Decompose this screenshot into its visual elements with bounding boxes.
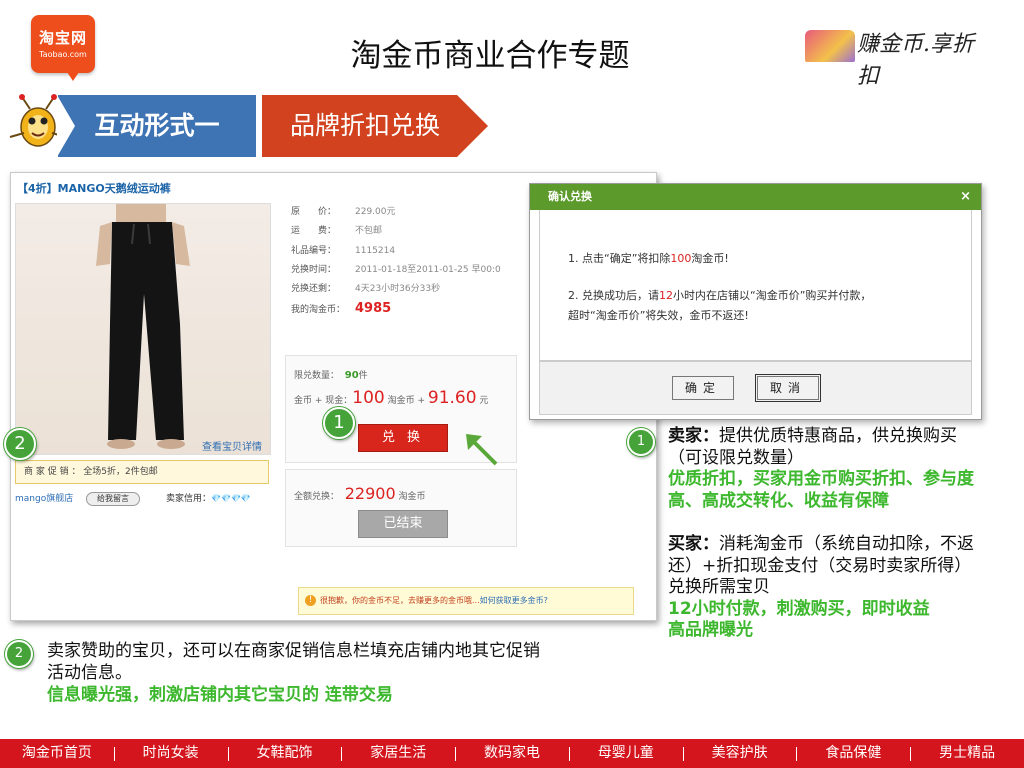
info-row-price: 原 价： 229.00元 bbox=[291, 207, 396, 217]
promo-explanation: 卖家赞助的宝贝，还可以在商家促销信息栏填充店铺内地其它促销活动信息。 信息曝光强… bbox=[47, 640, 547, 706]
diamond-icons: 💎💎💎💎 bbox=[211, 494, 251, 503]
info-row-period: 兑换时间： 2011-01-18至2011-01-25 早00:0 bbox=[291, 264, 501, 275]
mix-label: 金币 + 现金： bbox=[294, 396, 353, 406]
warning-text: 很抱歉，你的金币不足，去赚更多的金币哦... bbox=[320, 596, 480, 605]
pointer-arrow-icon bbox=[466, 434, 498, 466]
full-label: 全额兑换： bbox=[294, 492, 340, 502]
info-row-shipping: 运 费： 不包邮 bbox=[291, 226, 383, 237]
pants-image bbox=[96, 204, 190, 449]
nav-item-home[interactable]: 淘金币首页 bbox=[0, 739, 114, 768]
limit-value: 90 bbox=[344, 370, 359, 381]
credit-label: 卖家信用： bbox=[166, 494, 212, 504]
dialog-body: 1. 点击“确定”将扣除100淘金币! 2. 兑换成功后，请12小时内在店铺以“… bbox=[539, 210, 972, 361]
seller-buyer-explanation: 卖家：提供优质特惠商品，供兑换购买（可设限兑数量） 优质折扣，买家用金币购买折扣… bbox=[668, 426, 990, 642]
slogan-text: 赚金币.享折扣 bbox=[857, 32, 974, 89]
nav-item-electronics[interactable]: 数码家电 bbox=[455, 739, 569, 768]
full-coins: 22900 bbox=[344, 484, 396, 503]
confirm-button[interactable]: 确定 bbox=[672, 376, 734, 400]
taobao-logo[interactable]: 淘宝网 Taobao.com bbox=[31, 15, 95, 81]
ribbon-brand-exchange: 品牌折扣兑换 bbox=[262, 95, 488, 157]
product-photo[interactable]: 查看宝贝详情 bbox=[15, 203, 271, 455]
info-row-gift-id: 礼品编号： 1115214 bbox=[291, 245, 396, 256]
dialog-line-3: 超时“淘金币价”将失效，金币不返还! bbox=[568, 309, 749, 322]
info-row-remaining: 兑换还剩： 4天23小时36分33秒 bbox=[291, 284, 441, 295]
full-exchange-box: 全额兑换： 22900 淘金币 已结束 bbox=[285, 469, 517, 547]
mix-cash: 91.60 bbox=[427, 388, 477, 408]
seller-promo-bar: 商 家 促 销 ： 全场5折，2件包邮 bbox=[15, 460, 269, 484]
my-coins-value: 4985 bbox=[355, 301, 392, 317]
insufficient-coins-warning: ! 很抱歉，你的金币不足，去赚更多的金币哦...如何获取更多金币? bbox=[298, 587, 634, 615]
nav-item-beauty[interactable]: 美容护肤 bbox=[682, 739, 797, 768]
product-info-list: 原 价： 229.00元 运 费： 不包邮 礼品编号： 1115214 兑换时间： 20… bbox=[291, 203, 501, 321]
shop-link[interactable]: mango旗舰店 bbox=[15, 491, 73, 504]
category-nav-bar: 淘金币首页 时尚女装 女鞋配饰 家居生活 数码家电 母婴儿童 美容护肤 食品保健… bbox=[0, 739, 1024, 768]
info-row-my-coins: 我的淘金币： 4985 bbox=[291, 301, 392, 317]
seller-description: 卖家：提供优质特惠商品，供兑换购买（可设限兑数量） bbox=[668, 426, 957, 468]
logo-subtext: Taobao.com bbox=[39, 50, 87, 59]
seller-highlight: 优质折扣，买家用金币购买折扣、参与度高、高成交转化、收益有保障 bbox=[668, 469, 974, 511]
promo-note-highlight: 信息曝光强，刺激店铺内其它宝贝的 连带交易 bbox=[47, 685, 393, 705]
dialog-line-2: 2. 兑换成功后，请12小时内在店铺以“淘金币价”购买并付款， bbox=[568, 289, 872, 302]
dialog-footer: 确定 取消 bbox=[539, 361, 972, 415]
page-title: 淘金币商业合作专题 bbox=[350, 38, 630, 74]
nav-item-food-health[interactable]: 食品保健 bbox=[796, 739, 910, 768]
nav-item-shoes-accessories[interactable]: 女鞋配饰 bbox=[227, 739, 342, 768]
confirm-exchange-dialog: 确认兑换 × 1. 点击“确定”将扣除100淘金币! 2. 兑换成功后，请12小… bbox=[529, 183, 982, 420]
product-title[interactable]: 【4折】MANGO天鹅绒运动裤 bbox=[17, 180, 171, 196]
view-detail-link[interactable]: 查看宝贝详情 bbox=[202, 438, 262, 453]
ribbon-interaction-type: 互动形式一 bbox=[57, 95, 256, 157]
ended-button: 已结束 bbox=[358, 510, 448, 538]
nav-item-mother-baby[interactable]: 母婴儿童 bbox=[568, 739, 683, 768]
step-badge-2-note: 2 bbox=[5, 640, 33, 668]
dialog-title: 确认兑换 bbox=[530, 184, 981, 210]
nav-item-men[interactable]: 男士精品 bbox=[910, 739, 1024, 768]
step-badge-1-exchange: 1 bbox=[323, 407, 355, 439]
close-icon[interactable]: × bbox=[960, 184, 971, 210]
mix-coins: 100 bbox=[352, 388, 385, 408]
logo-text: 淘宝网 bbox=[38, 29, 87, 47]
step-badge-1-seller: 1 bbox=[627, 428, 655, 456]
buyer-description: 买家：消耗淘金币（系统自动扣除，不返还）+折扣现金支付（交易时卖家所得） 兑换所… bbox=[668, 534, 974, 597]
warning-icon: ! bbox=[305, 595, 316, 606]
earn-coins-link[interactable]: 如何获取更多金币? bbox=[480, 596, 548, 605]
exchange-button[interactable]: 兑 换 bbox=[358, 424, 448, 452]
step-badge-2-promo: 2 bbox=[4, 428, 36, 460]
buyer-highlight-2: 高品牌曝光 bbox=[668, 620, 753, 640]
slogan-banner: 赚金币.享折扣 bbox=[805, 20, 995, 89]
nav-item-home-living[interactable]: 家居生活 bbox=[341, 739, 455, 768]
cancel-button[interactable]: 取消 bbox=[755, 374, 821, 402]
dialog-line-1: 1. 点击“确定”将扣除100淘金币! bbox=[568, 252, 729, 265]
seller-credit: 卖家信用：💎💎💎💎 bbox=[166, 491, 251, 504]
leave-message-button[interactable]: 给我留言 bbox=[86, 492, 140, 506]
shopping-bags-icon bbox=[805, 30, 855, 62]
promo-note-text: 卖家赞助的宝贝，还可以在商家促销信息栏填充店铺内地其它促销活动信息。 bbox=[47, 641, 540, 683]
limit-label: 限兑数量： bbox=[294, 371, 340, 381]
nav-item-women-fashion[interactable]: 时尚女装 bbox=[113, 739, 228, 768]
buyer-highlight-1: 12小时付款，刺激购买，即时收益 bbox=[668, 598, 930, 619]
